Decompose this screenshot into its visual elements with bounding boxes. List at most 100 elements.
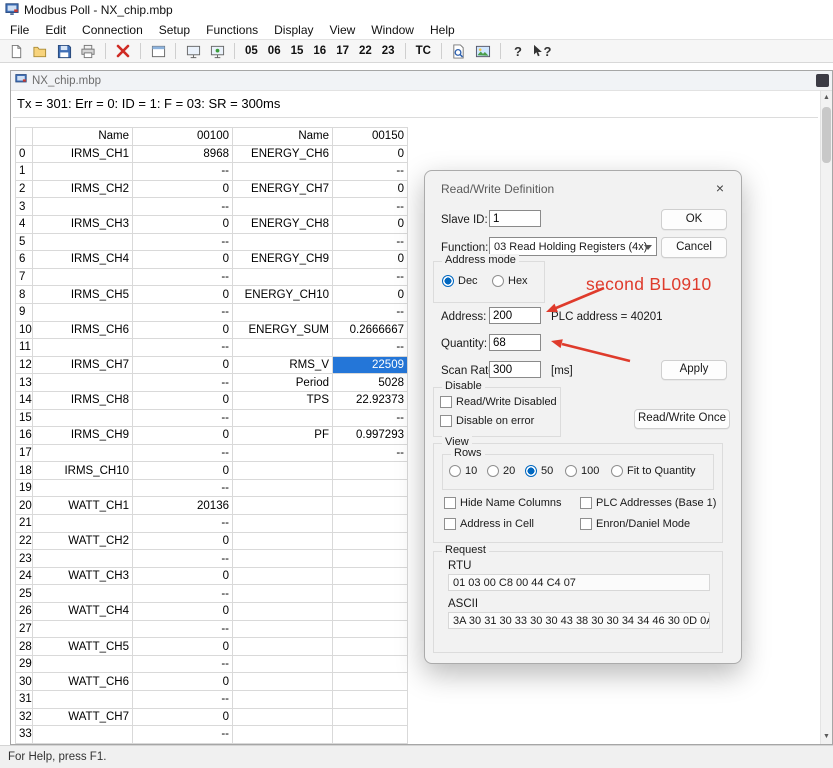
grid-cell[interactable]: -- xyxy=(133,726,233,744)
menu-window[interactable]: Window xyxy=(363,22,422,38)
menu-help[interactable]: Help xyxy=(422,22,463,38)
scrollbar-thumb[interactable] xyxy=(822,107,831,163)
save-button[interactable] xyxy=(53,41,75,61)
grid-cell[interactable]: WATT_CH7 xyxy=(33,708,133,726)
grid-cell[interactable]: -- xyxy=(133,515,233,533)
vertical-scrollbar[interactable]: ▲ ▼ xyxy=(820,91,832,744)
rows-100-radio[interactable] xyxy=(565,465,577,477)
grid-cell[interactable]: 0 xyxy=(133,603,233,621)
rows-20-radio[interactable] xyxy=(487,465,499,477)
menu-view[interactable]: View xyxy=(322,22,364,38)
grid-cell[interactable]: 0 xyxy=(333,286,408,304)
grid-cell[interactable] xyxy=(233,708,333,726)
function-15-button[interactable]: 15 xyxy=(287,41,308,61)
grid-cell[interactable]: -- xyxy=(333,233,408,251)
grid-cell[interactable]: 0 xyxy=(133,427,233,445)
grid-cell[interactable] xyxy=(333,603,408,621)
disable-on-error-checkbox[interactable] xyxy=(440,415,452,427)
grid-cell[interactable] xyxy=(33,198,133,216)
cancel-button[interactable]: Cancel xyxy=(661,237,727,258)
fit-to-quantity-radio[interactable] xyxy=(611,465,623,477)
grid-cell[interactable] xyxy=(233,620,333,638)
grid-cell[interactable]: TPS xyxy=(233,391,333,409)
grid-cell[interactable]: 0 xyxy=(133,391,233,409)
function-22-button[interactable]: 22 xyxy=(355,41,376,61)
print-button[interactable] xyxy=(77,41,99,61)
grid-cell[interactable] xyxy=(233,655,333,673)
grid-cell[interactable] xyxy=(233,268,333,286)
grid-cell[interactable]: -- xyxy=(333,268,408,286)
grid-cell[interactable] xyxy=(333,515,408,533)
grid-cell[interactable]: ENERGY_CH7 xyxy=(233,180,333,198)
grid-cell[interactable]: WATT_CH4 xyxy=(33,603,133,621)
grid-cell[interactable]: -- xyxy=(133,374,233,392)
grid-cell[interactable] xyxy=(233,479,333,497)
setup-display-button[interactable] xyxy=(147,41,169,61)
grid-cell[interactable]: IRMS_CH1 xyxy=(33,145,133,163)
grid-cell[interactable]: 0 xyxy=(133,673,233,691)
grid-header-name2[interactable]: Name xyxy=(233,128,333,146)
grid-cell[interactable]: WATT_CH5 xyxy=(33,638,133,656)
grid-cell[interactable] xyxy=(33,479,133,497)
grid-cell[interactable] xyxy=(233,515,333,533)
grid-cell[interactable] xyxy=(33,726,133,744)
grid-cell[interactable]: 0.997293 xyxy=(333,427,408,445)
grid-cell[interactable] xyxy=(233,691,333,709)
grid-cell[interactable]: ENERGY_CH8 xyxy=(233,215,333,233)
grid-cell[interactable] xyxy=(333,532,408,550)
grid-cell[interactable]: -- xyxy=(133,268,233,286)
grid-cell[interactable] xyxy=(233,303,333,321)
grid-cell[interactable]: 22.92373 xyxy=(333,391,408,409)
grid-cell[interactable] xyxy=(33,163,133,181)
grid-cell[interactable]: 20136 xyxy=(133,497,233,515)
grid-cell[interactable]: -- xyxy=(133,233,233,251)
grid-cell[interactable]: 8968 xyxy=(133,145,233,163)
grid-cell[interactable] xyxy=(33,374,133,392)
function-06-button[interactable]: 06 xyxy=(264,41,285,61)
hex-radio[interactable] xyxy=(492,275,504,287)
grid-cell[interactable] xyxy=(233,585,333,603)
grid-cell[interactable] xyxy=(33,550,133,568)
new-document-button[interactable] xyxy=(5,41,27,61)
grid-cell[interactable] xyxy=(333,462,408,480)
poll-definition-button[interactable] xyxy=(206,41,228,61)
grid-cell[interactable] xyxy=(233,444,333,462)
grid-cell[interactable] xyxy=(233,726,333,744)
grid-cell[interactable]: IRMS_CH5 xyxy=(33,286,133,304)
grid-cell[interactable]: RMS_V xyxy=(233,356,333,374)
grid-cell[interactable] xyxy=(333,708,408,726)
function-17-button[interactable]: 17 xyxy=(332,41,353,61)
grid-cell[interactable]: ENERGY_CH9 xyxy=(233,251,333,269)
grid-cell[interactable]: -- xyxy=(333,409,408,427)
grid-cell[interactable]: 0 xyxy=(333,145,408,163)
grid-cell[interactable]: 0 xyxy=(133,567,233,585)
menu-setup[interactable]: Setup xyxy=(151,22,198,38)
grid-cell[interactable]: ENERGY_SUM xyxy=(233,321,333,339)
grid-cell[interactable]: IRMS_CH10 xyxy=(33,462,133,480)
read-write-disabled-checkbox[interactable] xyxy=(440,396,452,408)
grid-cell[interactable]: 5028 xyxy=(333,374,408,392)
grid-cell[interactable] xyxy=(333,479,408,497)
grid-cell[interactable] xyxy=(233,163,333,181)
grid-cell[interactable]: WATT_CH1 xyxy=(33,497,133,515)
menu-file[interactable]: File xyxy=(2,22,37,38)
grid-cell[interactable] xyxy=(33,585,133,603)
grid-cell[interactable] xyxy=(233,198,333,216)
grid-cell[interactable] xyxy=(33,409,133,427)
grid-cell[interactable] xyxy=(333,673,408,691)
scan-rate-input[interactable] xyxy=(489,361,541,378)
grid-cell[interactable]: WATT_CH6 xyxy=(33,673,133,691)
menu-connection[interactable]: Connection xyxy=(74,22,151,38)
disconnect-button[interactable] xyxy=(112,41,134,61)
menu-display[interactable]: Display xyxy=(266,22,321,38)
grid-cell[interactable] xyxy=(233,532,333,550)
grid-cell[interactable] xyxy=(233,409,333,427)
grid-cell[interactable] xyxy=(33,268,133,286)
grid-cell[interactable]: -- xyxy=(133,655,233,673)
grid-cell[interactable] xyxy=(33,233,133,251)
apply-button[interactable]: Apply xyxy=(661,360,727,380)
grid-cell[interactable]: -- xyxy=(133,303,233,321)
display-chart-button[interactable] xyxy=(472,41,494,61)
hide-name-columns-checkbox[interactable] xyxy=(444,497,456,509)
test-center-button[interactable]: TC xyxy=(412,41,435,61)
